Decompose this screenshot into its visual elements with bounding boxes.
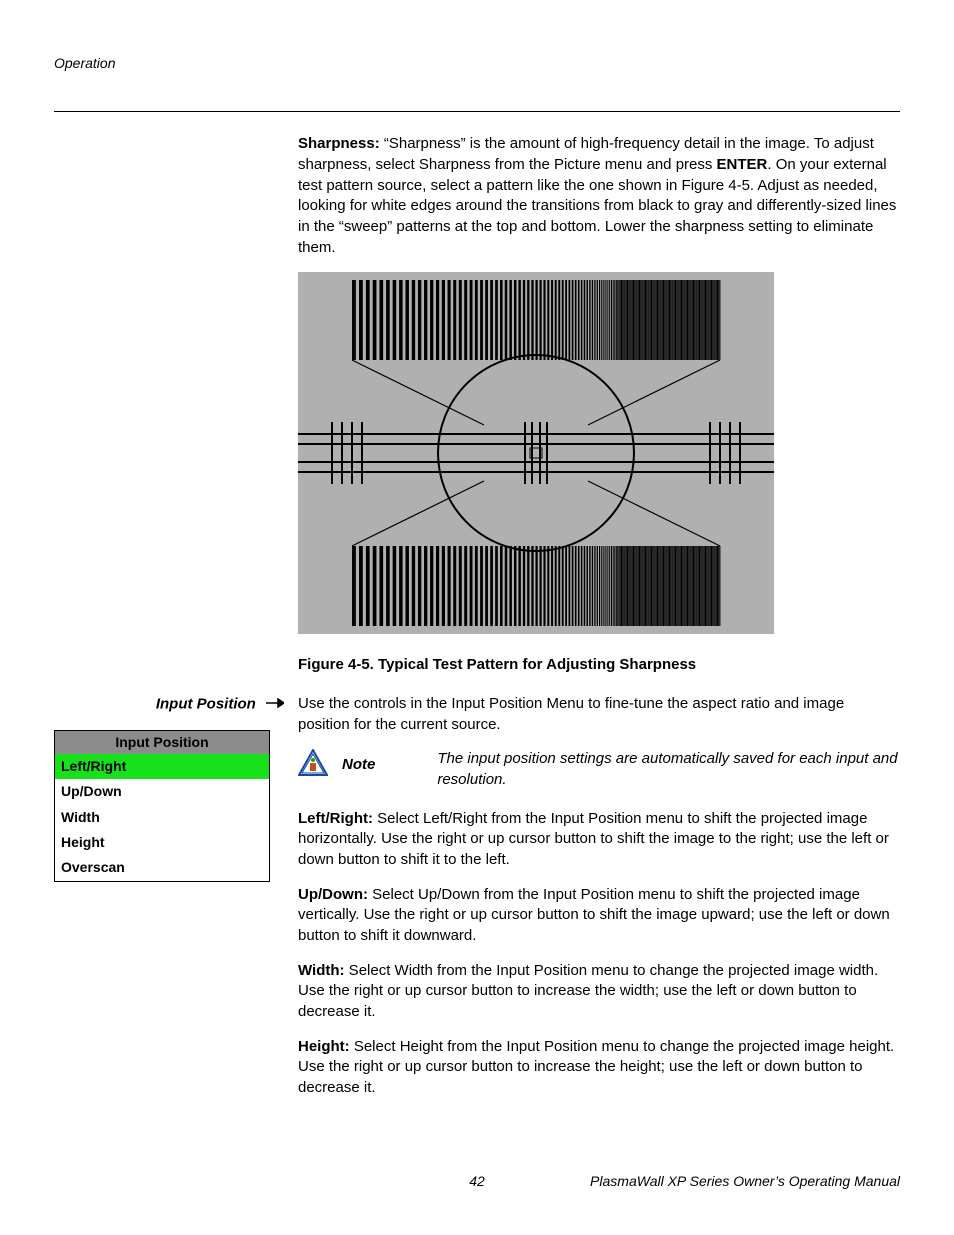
body-column: Sharpness: “Sharpness” is the amount of … [298, 134, 900, 1099]
width-label: Width: [298, 962, 345, 979]
menu-item-width: Width [55, 805, 269, 830]
up-down-paragraph: Up/Down: Select Up/Down from the Input P… [298, 885, 900, 947]
left-right-paragraph: Left/Right: Select Left/Right from the I… [298, 809, 900, 871]
enter-key: ENTER [717, 156, 768, 173]
note-row: Note The input position settings are aut… [298, 749, 900, 790]
up-down-label: Up/Down: [298, 886, 368, 903]
note-triangle-icon [298, 749, 328, 784]
figure-4-5 [298, 272, 900, 641]
menu-item-overscan: Overscan [55, 855, 269, 880]
width-paragraph: Width: Select Width from the Input Posit… [298, 961, 900, 1023]
left-right-label: Left/Right: [298, 810, 373, 827]
margin-label-input-position: Input Position [54, 694, 284, 715]
up-down-body: Select Up/Down from the Input Position m… [298, 886, 890, 944]
input-position-menu: Input Position Left/Right Up/Down Width … [54, 730, 270, 882]
menu-item-height: Height [55, 830, 269, 855]
sharpness-label: Sharpness: [298, 135, 380, 152]
menu-title: Input Position [55, 731, 269, 754]
height-paragraph: Height: Select Height from the Input Pos… [298, 1037, 900, 1099]
input-position-intro: Use the controls in the Input Position M… [298, 694, 900, 735]
menu-item-left-right: Left/Right [55, 754, 269, 779]
figure-caption: Figure 4-5. Typical Test Pattern for Adj… [298, 655, 900, 676]
test-pattern-image [298, 272, 774, 634]
left-right-body: Select Left/Right from the Input Positio… [298, 810, 889, 868]
height-label: Height: [298, 1038, 350, 1055]
menu-item-up-down: Up/Down [55, 779, 269, 804]
note-text: The input position settings are automati… [389, 749, 900, 790]
running-head: Operation [54, 54, 900, 73]
height-body: Select Height from the Input Position me… [298, 1038, 894, 1096]
margin-label-text: Input Position [156, 695, 256, 712]
arrow-right-icon [266, 694, 284, 715]
header-rule [54, 111, 900, 112]
page-footer: 42 PlasmaWall XP Series Owner’s Operatin… [54, 1172, 900, 1191]
input-position-section: Input Position Input Position Left/Right… [298, 694, 900, 1099]
sharpness-paragraph: Sharpness: “Sharpness” is the amount of … [298, 134, 900, 258]
note-label: Note [342, 749, 375, 776]
page: Operation Sharpness: “Sharpness” is the … [0, 0, 954, 1235]
page-number: 42 [469, 1172, 485, 1191]
doc-title: PlasmaWall XP Series Owner’s Operating M… [590, 1172, 900, 1191]
width-body: Select Width from the Input Position men… [298, 962, 878, 1020]
